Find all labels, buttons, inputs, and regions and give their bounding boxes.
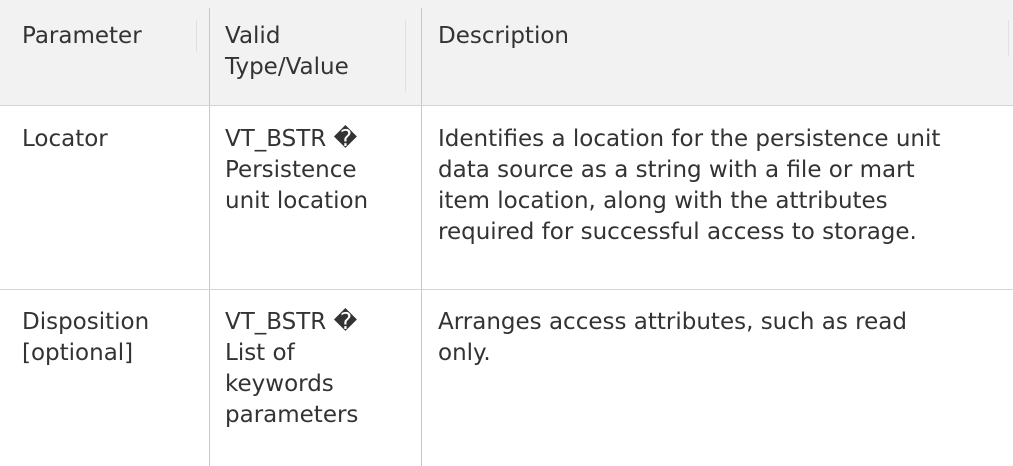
- header-valid-type: Valid Type/Value: [225, 21, 349, 83]
- row-disposition-description: Arranges access attributes, such as read…: [438, 307, 907, 369]
- header-description: Description: [438, 21, 569, 52]
- description-line: data source as a string with a file or m…: [438, 157, 915, 183]
- header-valid-type-line: Type/Value: [225, 54, 349, 80]
- valid-type-line: List of: [225, 340, 295, 366]
- valid-type-line: VT_BSTR �: [225, 126, 358, 152]
- parameter-qualifier: [optional]: [22, 340, 134, 366]
- parameter-name: Disposition: [22, 309, 150, 335]
- table-header-row: [0, 0, 1013, 105]
- valid-type-line: parameters: [225, 402, 359, 428]
- row-divider: [0, 289, 1013, 290]
- row-locator-parameter: Locator: [22, 124, 108, 155]
- row-locator-valid-type: VT_BSTR � Persistence unit location: [225, 124, 368, 217]
- description-line: item location, along with the attributes: [438, 188, 888, 214]
- header-parameter: Parameter: [22, 21, 142, 52]
- valid-type-line: keywords: [225, 371, 334, 397]
- header-parameter-text: Parameter: [22, 23, 142, 49]
- valid-type-line: unit location: [225, 188, 369, 214]
- parameters-table: Parameter Valid Type/Value Description L…: [0, 0, 1013, 466]
- header-description-text: Description: [438, 23, 569, 49]
- row-disposition-parameter: Disposition [optional]: [22, 307, 149, 369]
- column-divider: [209, 8, 210, 466]
- column-divider: [421, 8, 422, 466]
- row-locator-description: Identifies a location for the persistenc…: [438, 124, 940, 248]
- header-divider: [405, 20, 406, 92]
- header-valid-type-line: Valid: [225, 23, 281, 49]
- description-line: only.: [438, 340, 491, 366]
- valid-type-line: VT_BSTR �: [225, 309, 358, 335]
- description-line: Identifies a location for the persistenc…: [438, 126, 941, 152]
- header-divider: [1008, 20, 1009, 56]
- row-disposition-valid-type: VT_BSTR � List of keywords parameters: [225, 307, 358, 431]
- valid-type-line: Persistence: [225, 157, 357, 183]
- header-divider: [196, 20, 197, 52]
- parameter-name: Locator: [22, 126, 108, 152]
- description-line: Arranges access attributes, such as read: [438, 309, 907, 335]
- row-divider: [0, 105, 1013, 106]
- description-line: required for successful access to storag…: [438, 219, 917, 245]
